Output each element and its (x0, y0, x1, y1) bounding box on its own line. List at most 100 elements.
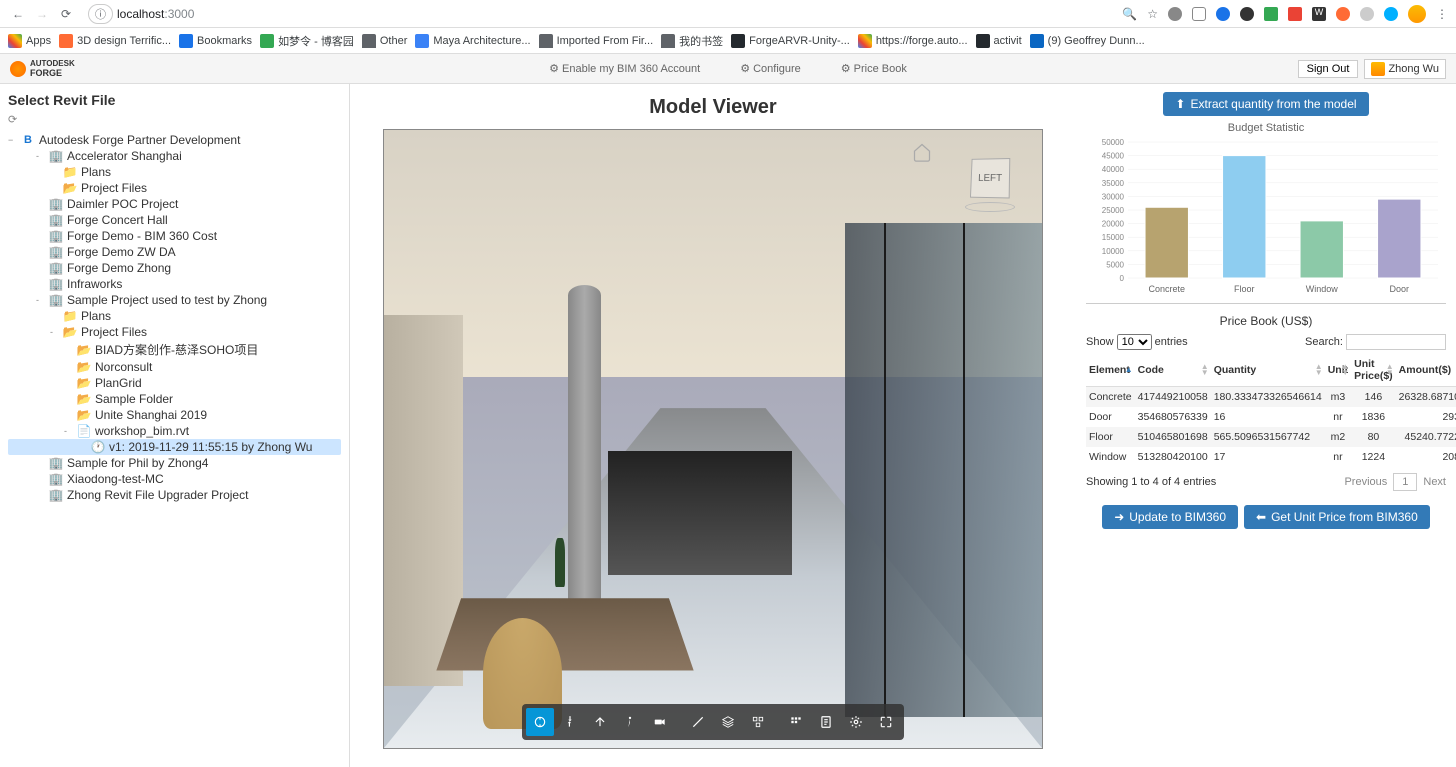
expand-toggle-icon[interactable]: - (36, 295, 48, 305)
model-viewer-canvas[interactable]: LEFT (383, 129, 1043, 749)
properties-button[interactable] (812, 708, 840, 736)
tree-node[interactable]: -🏢Accelerator Shanghai (8, 148, 341, 164)
view-cube-compass[interactable] (965, 202, 1015, 212)
view-home-icon[interactable] (912, 142, 932, 160)
tree-node[interactable]: 🏢Zhong Revit File Upgrader Project (8, 487, 341, 503)
tree-root[interactable]: − B Autodesk Forge Partner Development (8, 132, 341, 148)
ext-icon-10[interactable] (1384, 7, 1398, 21)
expand-toggle-icon[interactable]: - (36, 151, 48, 161)
col-code[interactable]: Code▲▼ (1135, 354, 1211, 387)
svg-text:10000: 10000 (1102, 247, 1125, 256)
site-info-icon[interactable]: ⓘ (88, 4, 113, 24)
tree-node[interactable]: 📂Sample Folder (8, 391, 341, 407)
expand-toggle-icon[interactable]: − (8, 135, 20, 145)
tree-node[interactable]: 🏢Forge Concert Hall (8, 212, 341, 228)
col-quantity[interactable]: Quantity▲▼ (1211, 354, 1325, 387)
tree-node[interactable]: 📂Unite Shanghai 2019 (8, 407, 341, 423)
ext-icon-5[interactable] (1264, 7, 1278, 21)
bookmark-item[interactable]: activit (976, 34, 1022, 48)
measure-tool-button[interactable] (684, 708, 712, 736)
tree-node[interactable]: 📂BIAD方案创作-慈泽SOHO项目 (8, 340, 341, 359)
user-chip[interactable]: Zhong Wu (1364, 59, 1446, 79)
pan-tool-button[interactable] (556, 708, 584, 736)
tree-node[interactable]: 🏢Daimler POC Project (8, 196, 341, 212)
ext-icon-9[interactable] (1360, 7, 1374, 21)
browser-forward-button[interactable]: → (32, 4, 52, 24)
col-element[interactable]: Element▲ (1086, 354, 1135, 387)
browser-menu-icon[interactable]: ⋮ (1436, 7, 1448, 21)
tree-node[interactable]: -📂Project Files (8, 324, 341, 340)
expand-toggle-icon[interactable]: - (50, 327, 62, 337)
ext-icon-7[interactable]: W (1312, 7, 1326, 21)
tree-node[interactable]: 🏢Forge Demo Zhong (8, 260, 341, 276)
orbit-tool-button[interactable] (526, 708, 554, 736)
tree-node[interactable]: 🏢Xiaodong-test-MC (8, 471, 341, 487)
bookmark-item[interactable]: https://forge.auto... (858, 34, 968, 48)
table-row[interactable]: Concrete417449210058180.333473326546614m… (1086, 387, 1456, 408)
price-book-link[interactable]: ⚙Price Book (841, 62, 907, 75)
table-row[interactable]: Door35468057633916nr183629376 (1086, 407, 1456, 427)
col-unit[interactable]: Unit▲▼ (1325, 354, 1351, 387)
ext-icon-1[interactable] (1168, 7, 1182, 21)
tree-node[interactable]: 📁Plans (8, 164, 341, 180)
table-row[interactable]: Floor510465801698565.5096531567742m28045… (1086, 427, 1456, 447)
col-amount[interactable]: Amount($) (1396, 354, 1456, 387)
tree-node[interactable]: 📂Norconsult (8, 359, 341, 375)
sign-out-button[interactable]: Sign Out (1298, 60, 1359, 78)
zoom-tool-button[interactable] (586, 708, 614, 736)
browser-back-button[interactable]: ← (8, 4, 28, 24)
view-cube[interactable]: LEFT (960, 158, 1020, 208)
bookmark-item[interactable]: 如梦令 - 博客园 (260, 33, 354, 49)
star-icon[interactable]: ☆ (1147, 7, 1158, 21)
bookmark-item[interactable]: Bookmarks (179, 34, 252, 48)
explode-tool-button[interactable] (744, 708, 772, 736)
pager-page-1[interactable]: 1 (1393, 473, 1417, 491)
browser-url[interactable]: localhost:3000 (117, 7, 194, 21)
bookmark-item[interactable]: Apps (8, 34, 51, 48)
bookmark-item[interactable]: Maya Architecture... (415, 34, 530, 48)
tree-node[interactable]: 🏢Infraworks (8, 276, 341, 292)
configure-link[interactable]: ⚙Configure (740, 62, 801, 75)
table-row[interactable]: Window51328042010017nr122420808 (1086, 447, 1456, 467)
profile-avatar-icon[interactable] (1408, 5, 1426, 23)
refresh-tree-button[interactable]: ⟳ (8, 113, 17, 126)
extract-quantity-button[interactable]: ⬆ Extract quantity from the model (1163, 92, 1368, 116)
tree-node[interactable]: 🏢Forge Demo - BIM 360 Cost (8, 228, 341, 244)
tree-node[interactable]: 🕐v1: 2019-11-29 11:55:15 by Zhong Wu (8, 439, 341, 455)
search-input[interactable] (1346, 334, 1446, 350)
col-unit-price[interactable]: Unit Price($)▲▼ (1351, 354, 1396, 387)
fullscreen-button[interactable] (872, 708, 900, 736)
ext-icon-6[interactable] (1288, 7, 1302, 21)
expand-toggle-icon[interactable]: - (64, 426, 76, 436)
entries-select[interactable]: 10 (1117, 334, 1152, 350)
model-browser-button[interactable] (782, 708, 810, 736)
pager-next[interactable]: Next (1423, 476, 1446, 488)
walk-tool-button[interactable] (616, 708, 644, 736)
tree-node[interactable]: -📄workshop_bim.rvt (8, 423, 341, 439)
camera-tool-button[interactable] (646, 708, 674, 736)
bookmark-item[interactable]: 我的书签 (661, 33, 723, 49)
ext-icon-8[interactable] (1336, 7, 1350, 21)
bookmark-item[interactable]: Imported From Fir... (539, 34, 654, 48)
enable-bim360-link[interactable]: ⚙Enable my BIM 360 Account (549, 62, 700, 75)
ext-icon-4[interactable] (1240, 7, 1254, 21)
get-unit-price-button[interactable]: ⬅ Get Unit Price from BIM360 (1244, 505, 1430, 529)
tree-node[interactable]: 📂PlanGrid (8, 375, 341, 391)
settings-button[interactable] (842, 708, 870, 736)
tree-node[interactable]: 📂Project Files (8, 180, 341, 196)
tree-node[interactable]: -🏢Sample Project used to test by Zhong (8, 292, 341, 308)
browser-reload-button[interactable]: ⟳ (56, 4, 76, 24)
section-tool-button[interactable] (714, 708, 742, 736)
ext-icon-2[interactable] (1192, 7, 1206, 21)
zoom-icon[interactable]: 🔍 (1122, 7, 1137, 21)
bookmark-item[interactable]: Other (362, 34, 408, 48)
tree-node[interactable]: 🏢Forge Demo ZW DA (8, 244, 341, 260)
bookmark-item[interactable]: ForgeARVR-Unity-... (731, 34, 850, 48)
tree-node[interactable]: 🏢Sample for Phil by Zhong4 (8, 455, 341, 471)
pager-previous[interactable]: Previous (1344, 476, 1387, 488)
bookmark-item[interactable]: (9) Geoffrey Dunn... (1030, 34, 1145, 48)
ext-icon-3[interactable] (1216, 7, 1230, 21)
bookmark-item[interactable]: 3D design Terrific... (59, 34, 171, 48)
update-to-bim360-button[interactable]: ➜ Update to BIM360 (1102, 505, 1238, 529)
tree-node[interactable]: 📁Plans (8, 308, 341, 324)
